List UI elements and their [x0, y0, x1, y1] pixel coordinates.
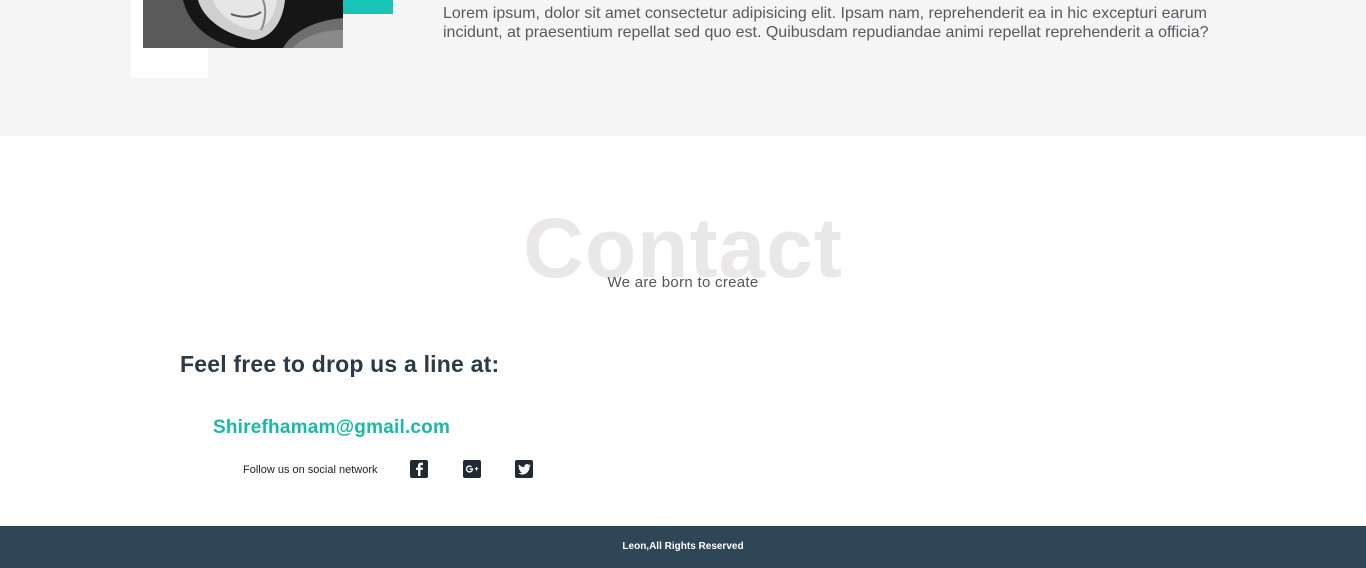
profile-photo: [143, 0, 343, 48]
copyright-text: Leon,All Rights Reserved: [622, 541, 744, 552]
google-plus-button[interactable]: [463, 460, 481, 478]
about-text: Lorem ipsum, dolor sit amet consectetur …: [443, 5, 1209, 41]
google-plus-icon: [465, 464, 479, 474]
contact-heading: Feel free to drop us a line at:: [180, 351, 500, 377]
facebook-button[interactable]: [410, 460, 428, 478]
contact-subtitle: We are born to create: [607, 274, 759, 291]
email-link[interactable]: Shirefhamam@gmail.com: [213, 417, 450, 439]
about-section: Lorem ipsum, dolor sit amet consectetur …: [0, 0, 1366, 136]
footer: Leon,All Rights Reserved: [0, 526, 1366, 568]
contact-section: Contact We are born to create Feel free …: [0, 136, 1366, 526]
facebook-icon: [414, 462, 424, 476]
follow-label: Follow us on social network: [243, 464, 378, 476]
accent-bar: [343, 0, 393, 14]
twitter-button[interactable]: [515, 460, 533, 478]
twitter-icon: [517, 463, 531, 475]
